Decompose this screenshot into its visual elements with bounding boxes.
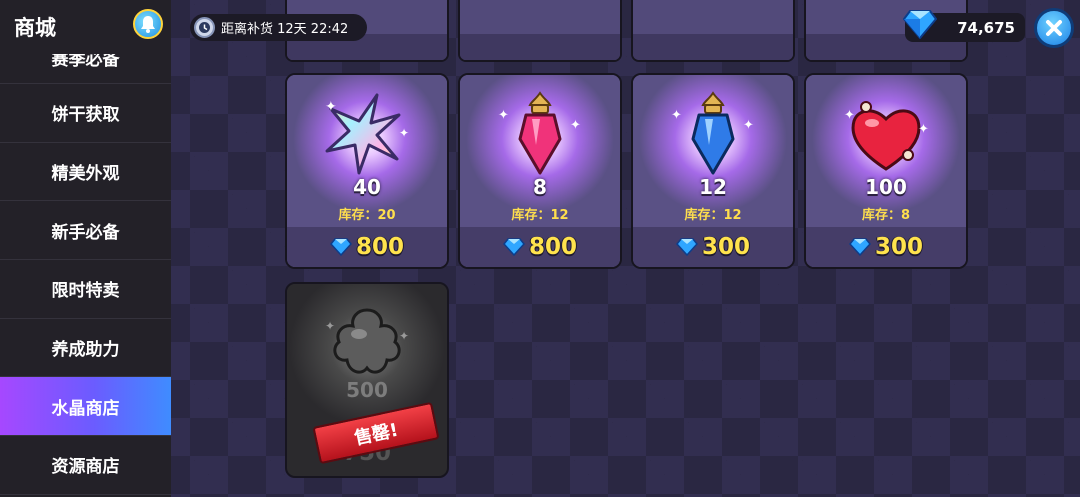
partial-card	[458, 0, 622, 62]
restock-timer: 距离补货 12天 22:42	[190, 14, 367, 41]
svg-text:✦: ✦	[325, 319, 335, 333]
card-stock: 库存：12	[684, 208, 742, 223]
diamond-icon	[502, 238, 525, 256]
page-title: 商城	[14, 16, 56, 40]
shop-card[interactable]: ✦ ✦ 8 库存：12 800	[458, 73, 622, 269]
shop-card[interactable]: ✦ ✦ 100 库存：8 300	[804, 73, 968, 269]
svg-text:✦: ✦	[844, 108, 855, 123]
diamond-icon	[902, 9, 938, 43]
blue-crystal-icon: ✦✦	[671, 91, 754, 175]
rainbow-star-icon: ✦✦	[325, 93, 409, 175]
sidebar-item-cookie[interactable]: 饼干获取	[0, 84, 171, 143]
sidebar-item-label: 限时特卖	[51, 281, 120, 302]
sidebar-item-crystal-shop[interactable]: 水晶商店	[0, 377, 171, 437]
svg-text:✦: ✦	[498, 108, 509, 123]
sidebar-item-growth[interactable]: 养成助力	[0, 319, 171, 378]
sidebar-item-label: 水晶商店	[51, 398, 120, 419]
shop-card[interactable]: ✦ ✦ 40 库存：20 800	[285, 73, 449, 269]
sidebar-item-label: 新手必备	[51, 222, 120, 243]
shop-card-sold-out: ✦✦ 500 750 售罄!	[285, 282, 449, 478]
card-price: 300	[701, 234, 750, 260]
price-bar[interactable]: 300	[633, 227, 793, 267]
close-button[interactable]	[1034, 8, 1074, 48]
card-amount: 100	[865, 175, 907, 199]
close-icon	[1046, 20, 1062, 36]
price-bar[interactable]: 300	[806, 227, 966, 267]
sidebar-item-label: 养成助力	[51, 340, 120, 361]
restock-text: 距离补货 12天 22:42	[221, 22, 349, 37]
card-amount: 40	[353, 175, 381, 199]
sidebar-item-label: 精美外观	[51, 164, 120, 185]
shop-card[interactable]: ✦ ✦ 12 库存：12 300	[631, 73, 795, 269]
gem-balance[interactable]: 74,675	[902, 10, 1025, 42]
notification-bell-icon[interactable]	[133, 9, 163, 39]
sidebar-item-label: 资源商店	[51, 457, 120, 478]
clock-icon	[194, 17, 215, 38]
svg-text:✦: ✦	[325, 99, 337, 115]
svg-text:✦: ✦	[399, 126, 409, 140]
grey-cloud-icon: ✦✦	[325, 308, 409, 374]
price-bar[interactable]: 800	[287, 227, 447, 267]
svg-text:✦: ✦	[918, 122, 929, 137]
sidebar-item-costume[interactable]: 精美外观	[0, 143, 171, 202]
sidebar-item-label: 饼干获取	[51, 105, 120, 126]
sidebar-item-resource-shop[interactable]: 资源商店	[0, 436, 171, 495]
price-bar[interactable]: 800	[460, 227, 620, 267]
diamond-icon	[329, 238, 352, 256]
svg-text:✦: ✦	[671, 108, 682, 123]
sidebar-item-limited-sale[interactable]: 限时特卖	[0, 260, 171, 319]
partial-card	[631, 0, 795, 62]
card-stock: 库存：20	[338, 208, 396, 223]
card-price: 300	[874, 234, 923, 260]
red-heart-icon: ✦✦	[844, 101, 929, 171]
sidebar: 赛季必备 饼干获取 精美外观 新手必备 限时特卖 养成助力 水晶商店 资源商店 …	[0, 0, 171, 497]
card-amount: 12	[699, 175, 727, 199]
svg-text:✦: ✦	[570, 118, 581, 133]
diamond-icon	[675, 238, 698, 256]
sidebar-menu: 赛季必备 饼干获取 精美外观 新手必备 限时特卖 养成助力 水晶商店 资源商店	[0, 29, 171, 495]
svg-text:✦: ✦	[743, 118, 754, 133]
card-amount: 8	[533, 175, 547, 199]
card-stock: 库存：8	[861, 208, 911, 223]
diamond-icon	[848, 238, 871, 256]
card-amount: 500	[346, 378, 388, 402]
svg-text:✦: ✦	[399, 329, 409, 343]
sidebar-header: 商城	[0, 0, 171, 54]
sidebar-item-beginner[interactable]: 新手必备	[0, 201, 171, 261]
card-price: 800	[528, 234, 577, 260]
gem-balance-value: 74,675	[957, 18, 1015, 37]
pink-crystal-icon: ✦✦	[498, 91, 581, 175]
card-price: 800	[355, 234, 404, 260]
card-stock: 库存：12	[511, 208, 569, 223]
